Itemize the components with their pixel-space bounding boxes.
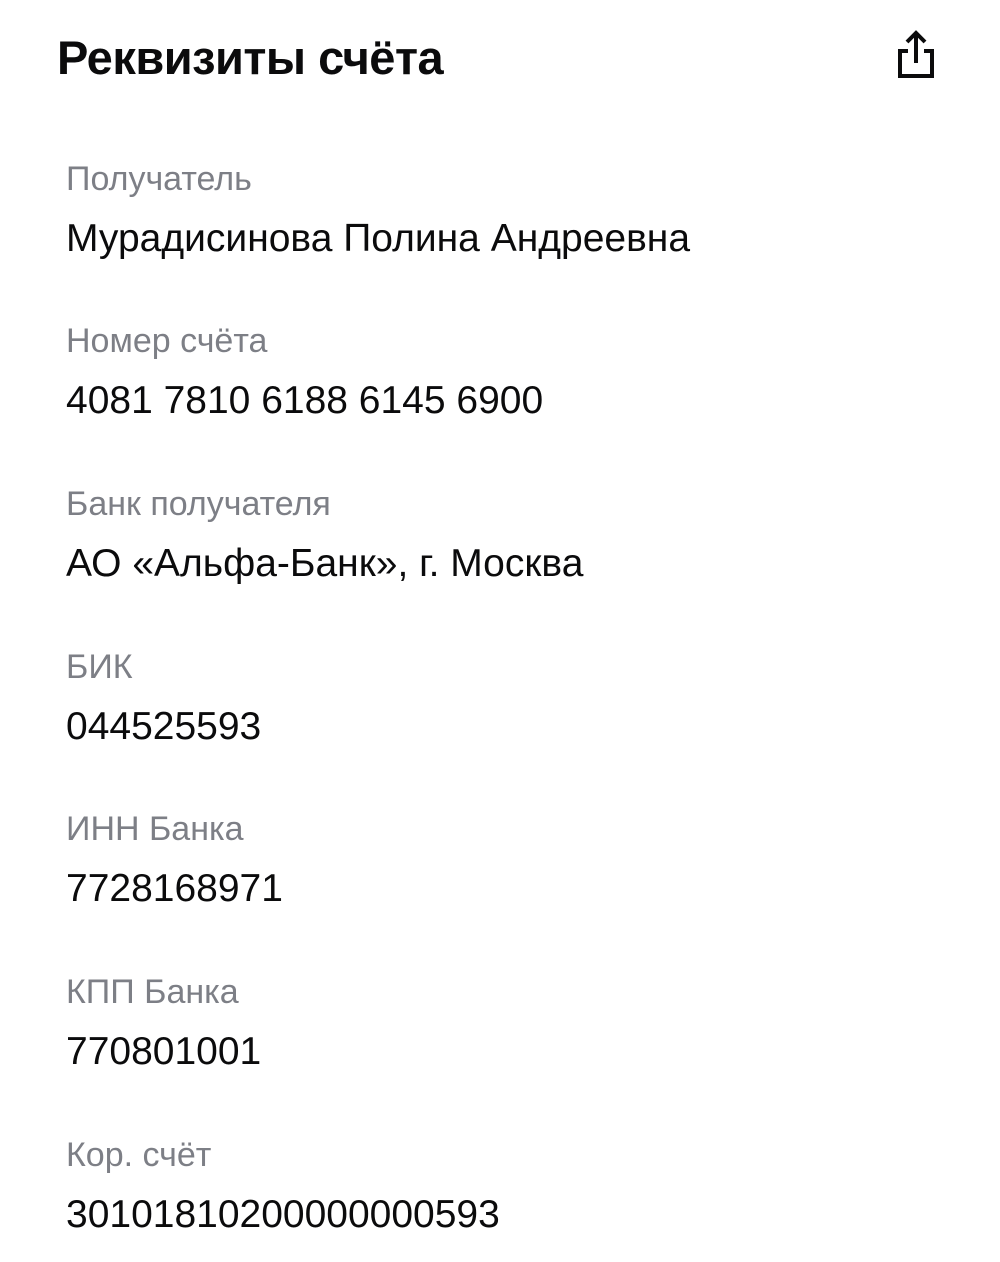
field-recipient: Получатель Мурадисинова Полина Андреевна <box>66 159 966 263</box>
field-label-account-number: Номер счёта <box>66 322 268 360</box>
field-value-correspondent-account[interactable]: 30101810200000000593 <box>66 1191 966 1239</box>
field-correspondent-account: Кор. счёт 30101810200000000593 <box>66 1135 966 1239</box>
field-value-recipient-bank[interactable]: АО «Альфа-Банк», г. Москва <box>66 540 966 588</box>
field-label-recipient-bank: Банк получателя <box>66 485 331 523</box>
field-label-recipient: Получатель <box>66 160 252 198</box>
header: Реквизиты счёта <box>0 0 1000 120</box>
field-label-bik: БИК <box>66 648 133 686</box>
field-bank-kpp: КПП Банка 770801001 <box>66 972 966 1076</box>
share-button[interactable] <box>888 26 944 82</box>
field-recipient-bank: Банк получателя АО «Альфа-Банк», г. Моск… <box>66 484 966 588</box>
field-label-bank-kpp: КПП Банка <box>66 973 239 1011</box>
field-value-bik[interactable]: 044525593 <box>66 703 966 751</box>
page-title: Реквизиты счёта <box>57 31 444 84</box>
field-value-account-number[interactable]: 4081 7810 6188 6145 6900 <box>66 377 966 425</box>
field-label-correspondent-account: Кор. счёт <box>66 1136 212 1174</box>
field-label-bank-inn: ИНН Банка <box>66 810 244 848</box>
field-value-bank-inn[interactable]: 7728168971 <box>66 865 966 913</box>
field-bank-inn: ИНН Банка 7728168971 <box>66 809 966 913</box>
share-icon <box>898 30 934 78</box>
field-account-number: Номер счёта 4081 7810 6188 6145 6900 <box>66 321 966 425</box>
field-bik: БИК 044525593 <box>66 647 966 751</box>
field-value-bank-kpp[interactable]: 770801001 <box>66 1028 966 1076</box>
field-value-recipient[interactable]: Мурадисинова Полина Андреевна <box>66 215 966 263</box>
